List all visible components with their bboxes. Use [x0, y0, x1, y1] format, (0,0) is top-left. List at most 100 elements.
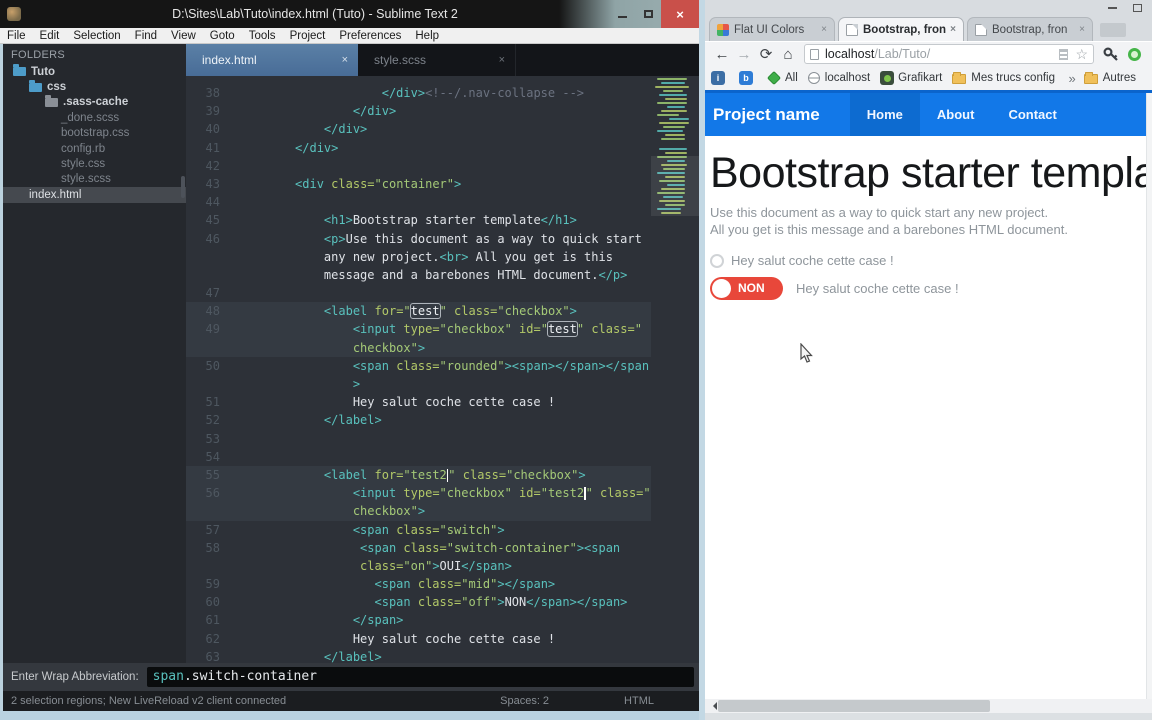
- menu-view[interactable]: View: [164, 30, 203, 42]
- home-button[interactable]: ⌂: [777, 46, 799, 63]
- editor-tab-style.scss[interactable]: style.scss ×: [358, 44, 516, 76]
- code-line[interactable]: 38 </div><!--/.nav-collapse -->: [186, 84, 699, 102]
- code-line[interactable]: 59 <span class="mid"></span>: [186, 575, 699, 593]
- browser-tab[interactable]: Bootstrap, fron ×: [838, 17, 964, 41]
- menu-selection[interactable]: Selection: [66, 30, 127, 42]
- sidebar-scrollbar[interactable]: [181, 176, 185, 198]
- scrollbar-thumb[interactable]: [718, 700, 990, 712]
- key-icon[interactable]: [1103, 46, 1119, 62]
- code-line[interactable]: 63 </label>: [186, 648, 699, 663]
- code-line[interactable]: 41 </div>: [186, 139, 699, 157]
- code-line[interactable]: checkbox">: [186, 502, 699, 521]
- browser-tab[interactable]: Bootstrap, fron ×: [967, 17, 1093, 41]
- scroll-left-arrow[interactable]: [709, 702, 717, 710]
- sidebar-item-style-css[interactable]: style.css: [3, 156, 186, 171]
- sidebar-item-config-rb[interactable]: config.rb: [3, 141, 186, 156]
- bookmark-all[interactable]: All: [766, 70, 798, 86]
- back-button[interactable]: ←: [711, 46, 733, 63]
- code-line[interactable]: 51 Hey salut coche cette case !: [186, 393, 699, 411]
- bookmark-b[interactable]: b: [739, 71, 757, 85]
- bookmarks-overflow-chevron[interactable]: »: [1069, 71, 1076, 86]
- code-line[interactable]: 50 <span class="rounded"><span></span></…: [186, 357, 699, 375]
- code-line[interactable]: 56 <input type="checkbox" id="test2 " cla…: [186, 484, 699, 503]
- tab-close-icon[interactable]: ×: [499, 54, 505, 66]
- sidebar-item--sass-cache[interactable]: .sass-cache: [3, 94, 186, 110]
- code-line[interactable]: 45 <h1>Bootstrap starter template</h1>: [186, 211, 699, 229]
- code-line[interactable]: 60 <span class="off">NON</span></span>: [186, 593, 699, 611]
- bookmark-autres[interactable]: Autres: [1083, 72, 1136, 84]
- menu-project[interactable]: Project: [283, 30, 333, 42]
- address-bar[interactable]: localhost/Lab/Tuto/ ☆: [804, 44, 1094, 64]
- code-line[interactable]: any new project.<br> All you get is this: [186, 248, 699, 266]
- maximize-button[interactable]: [635, 0, 661, 28]
- sublime-titlebar[interactable]: D:\Sites\Lab\Tuto\index.html (Tuto) - Su…: [0, 0, 699, 28]
- minimap[interactable]: [651, 76, 699, 663]
- code-line[interactable]: 47: [186, 284, 699, 302]
- menu-goto[interactable]: Goto: [203, 30, 242, 42]
- new-tab-button[interactable]: [1100, 23, 1126, 37]
- code-line[interactable]: 49 <input type="checkbox" id="test" clas…: [186, 320, 699, 339]
- code-line[interactable]: 40 </div>: [186, 120, 699, 138]
- code-editor[interactable]: 38 </div><!--/.nav-collapse --> 39 </div>…: [186, 76, 699, 663]
- code-line[interactable]: 48 <label for="test" class="checkbox">: [186, 302, 699, 321]
- code-line[interactable]: checkbox">: [186, 338, 699, 357]
- sidebar-item-bootstrap-css[interactable]: bootstrap.css: [3, 126, 186, 141]
- code-line[interactable]: 39 </div>: [186, 102, 699, 120]
- nav-link-contact[interactable]: Contact: [991, 93, 1073, 136]
- navbar-brand[interactable]: Project name: [705, 105, 820, 125]
- menu-find[interactable]: Find: [128, 30, 164, 42]
- livereload-icon[interactable]: [1128, 47, 1141, 61]
- sidebar-item-css[interactable]: css: [3, 79, 186, 94]
- forward-button[interactable]: →: [733, 46, 755, 63]
- bookmark-grafikart[interactable]: Grafikart: [880, 71, 942, 85]
- code-line[interactable]: class="on">OUI</span>: [186, 557, 699, 575]
- code-line[interactable]: 58 <span class="switch-container"><span: [186, 539, 699, 557]
- menu-help[interactable]: Help: [408, 30, 446, 42]
- bookmark-person[interactable]: i: [711, 71, 729, 85]
- vertical-scrollbar[interactable]: [1146, 93, 1152, 699]
- tab-close-icon[interactable]: ×: [950, 24, 956, 35]
- horizontal-scrollbar[interactable]: [705, 699, 1152, 713]
- code-line[interactable]: 53: [186, 430, 699, 448]
- reading-list-icon[interactable]: [1059, 48, 1069, 60]
- wrap-abbreviation-input[interactable]: span.switch-container: [146, 667, 694, 687]
- indent-setting[interactable]: Spaces: 2: [500, 695, 549, 707]
- sidebar-item-style-scss[interactable]: style.scss: [3, 172, 186, 187]
- nav-link-about[interactable]: About: [920, 93, 992, 136]
- checkbox-circle[interactable]: [710, 253, 724, 268]
- code-line[interactable]: 55 <label for="test2 " class="checkbox">: [186, 465, 699, 485]
- code-line[interactable]: >: [186, 375, 699, 393]
- refresh-button[interactable]: ⟳: [755, 45, 777, 63]
- tab-close-icon[interactable]: ×: [1079, 24, 1085, 35]
- code-line[interactable]: 61 </span>: [186, 611, 699, 629]
- code-line[interactable]: 54: [186, 448, 699, 466]
- nav-link-home[interactable]: Home: [849, 93, 920, 136]
- chrome-minimize-button[interactable]: [1108, 6, 1117, 9]
- code-line[interactable]: 57 <span class="switch">: [186, 521, 699, 539]
- menu-tools[interactable]: Tools: [242, 30, 283, 42]
- syntax-setting[interactable]: HTML: [624, 695, 654, 707]
- tab-close-icon[interactable]: ×: [821, 24, 827, 35]
- sidebar-item-index-html[interactable]: index.html: [3, 187, 186, 203]
- toggle-switch[interactable]: NON: [710, 277, 783, 300]
- tab-close-icon[interactable]: ×: [342, 54, 348, 66]
- code-line[interactable]: 42: [186, 157, 699, 175]
- menu-file[interactable]: File: [0, 30, 33, 42]
- browser-tab[interactable]: Flat UI Colors ×: [709, 17, 835, 41]
- code-line[interactable]: message and a barebones HTML document.</…: [186, 266, 699, 284]
- menu-preferences[interactable]: Preferences: [332, 30, 408, 42]
- code-line[interactable]: 43 <div class="container">: [186, 175, 699, 193]
- menu-edit[interactable]: Edit: [33, 30, 67, 42]
- sidebar-item--done-scss[interactable]: _done.scss: [3, 110, 186, 125]
- minimap-viewport[interactable]: [651, 156, 699, 216]
- bookmark-star-icon[interactable]: ☆: [1075, 47, 1088, 61]
- code-line[interactable]: 52 </label>: [186, 411, 699, 429]
- chrome-maximize-button[interactable]: [1133, 3, 1142, 12]
- minimize-button[interactable]: [609, 0, 635, 28]
- bookmark-mes-trucs-config[interactable]: Mes trucs config: [952, 72, 1055, 84]
- editor-tab-index.html[interactable]: index.html ×: [186, 44, 358, 76]
- sidebar-item-tuto[interactable]: Tuto: [3, 64, 186, 79]
- code-line[interactable]: 44: [186, 193, 699, 211]
- close-button[interactable]: ×: [661, 0, 699, 28]
- code-line[interactable]: 62 Hey salut coche cette case !: [186, 630, 699, 648]
